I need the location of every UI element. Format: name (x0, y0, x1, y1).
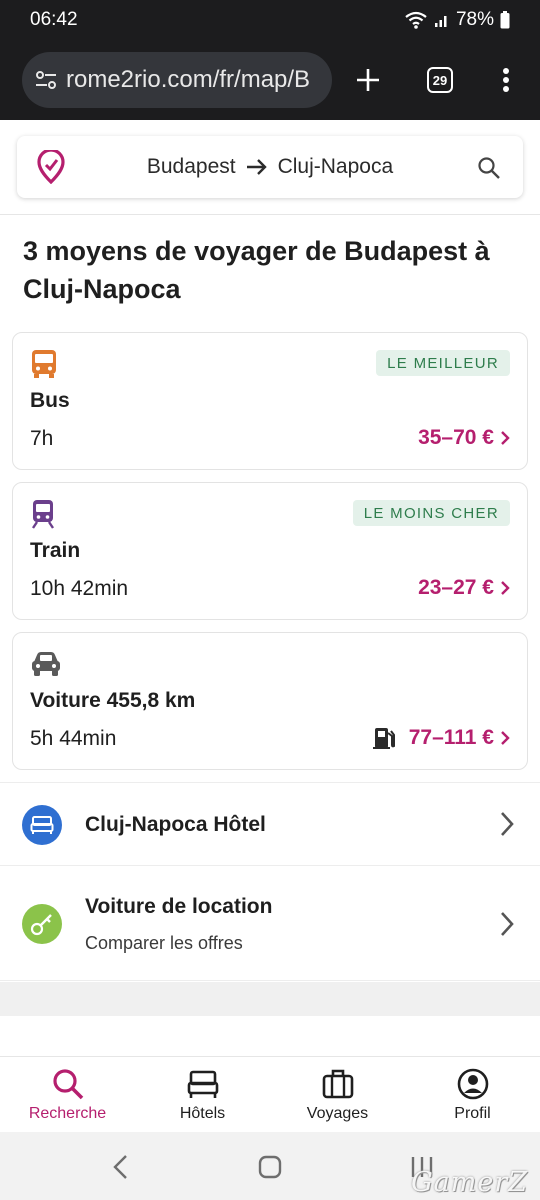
travel-option-bus[interactable]: LE MEILLEUR Bus 7h 35–70 € (12, 332, 528, 470)
chevron-right-icon (501, 431, 510, 445)
battery-icon (500, 11, 510, 29)
hotel-row[interactable]: Cluj-Napoca Hôtel (0, 782, 540, 866)
back-icon[interactable] (112, 1154, 128, 1180)
option-duration: 10h 42min (30, 577, 129, 600)
profile-icon (457, 1068, 488, 1099)
fuel-pump-icon (372, 728, 395, 749)
suitcase-icon (322, 1069, 353, 1098)
nav-search[interactable]: Recherche (0, 1057, 135, 1132)
price-text: 77–111 € (408, 726, 494, 749)
train-icon (32, 500, 54, 529)
bottom-navigation: Recherche Hôtels Voyages Profil (0, 1056, 540, 1132)
chevron-right-icon (501, 581, 510, 595)
rental-icon-badge (22, 904, 62, 944)
status-bar: 06:42 78% (0, 0, 540, 40)
browser-toolbar: rome2rio.com/fr/map/B (0, 40, 540, 120)
hotel-row-title: Cluj-Napoca Hôtel (85, 813, 266, 836)
option-title: Train (30, 539, 81, 562)
arrow-right-icon (246, 159, 267, 175)
car-rental-subtitle: Comparer les offres (85, 933, 243, 953)
chevron-right-icon (501, 912, 514, 936)
option-price: 23–27 € (418, 576, 510, 600)
price-text: 23–27 € (418, 576, 494, 599)
option-price: 35–70 € (418, 426, 510, 450)
bed-icon (30, 816, 54, 834)
signal-icon (434, 16, 447, 27)
cheapest-badge: LE MOINS CHER (352, 500, 510, 526)
price-text: 35–70 € (418, 426, 494, 449)
url-text: rome2rio.com/fr/map/B (66, 66, 311, 93)
home-icon[interactable] (258, 1155, 282, 1179)
status-icons: 78% (404, 9, 510, 31)
wifi-icon (405, 11, 427, 29)
bus-icon (32, 350, 56, 378)
car-rental-row[interactable]: Voiture de location Comparer les offres (0, 867, 540, 981)
option-price: 77–111 € (372, 726, 510, 750)
car-icon (32, 652, 60, 676)
route-summary: Budapest Cluj-Napoca (17, 155, 523, 179)
key-icon (30, 914, 52, 936)
new-tab-button[interactable] (348, 40, 388, 120)
nav-hotels[interactable]: Hôtels (135, 1057, 270, 1132)
search-icon[interactable] (477, 156, 501, 180)
route-search-card[interactable]: Budapest Cluj-Napoca (17, 136, 523, 198)
best-badge: LE MEILLEUR (376, 350, 510, 376)
tab-count: 29 (427, 67, 453, 93)
browser-menu-button[interactable] (494, 40, 518, 120)
option-duration: 5h 44min (30, 727, 117, 750)
tab-switcher-button[interactable]: 29 (424, 40, 456, 120)
option-title: Voiture 455,8 km (30, 689, 196, 712)
hotel-icon-badge (22, 805, 62, 845)
status-time: 06:42 (30, 9, 78, 30)
search-icon (52, 1068, 83, 1099)
bed-icon (187, 1070, 218, 1098)
destination-text: Cluj-Napoca (277, 155, 394, 178)
travel-option-train[interactable]: LE MOINS CHER Train 10h 42min 23–27 € (12, 482, 528, 620)
nav-trips[interactable]: Voyages (270, 1057, 405, 1132)
chevron-right-icon (501, 731, 510, 745)
travel-option-car[interactable]: Voiture 455,8 km 5h 44min 77–111 € (12, 632, 528, 770)
rome2rio-logo-icon[interactable] (37, 150, 65, 184)
site-settings-icon[interactable] (34, 68, 58, 92)
nav-profile[interactable]: Profil (405, 1057, 540, 1132)
chevron-right-icon (501, 812, 514, 836)
battery-percent: 78% (455, 9, 494, 30)
header-divider (0, 214, 540, 215)
car-rental-title: Voiture de location (85, 895, 273, 918)
section-separator (0, 982, 540, 1016)
address-bar[interactable]: rome2rio.com/fr/map/B (22, 52, 332, 108)
watermark-logo: GamerZ (411, 1167, 528, 1198)
option-duration: 7h (30, 427, 54, 450)
page-title: 3 moyens de voyager de Budapest à Cluj-N… (23, 236, 490, 304)
system-navigation-bar: GamerZ (0, 1132, 540, 1200)
nav-label: Hôtels (179, 1104, 226, 1122)
nav-label: Recherche (28, 1104, 107, 1122)
nav-label: Voyages (306, 1104, 369, 1122)
nav-label: Profil (454, 1104, 491, 1122)
plus-icon (357, 69, 379, 91)
option-title: Bus (30, 389, 70, 412)
more-vert-icon (503, 68, 509, 92)
origin-text: Budapest (146, 155, 236, 178)
